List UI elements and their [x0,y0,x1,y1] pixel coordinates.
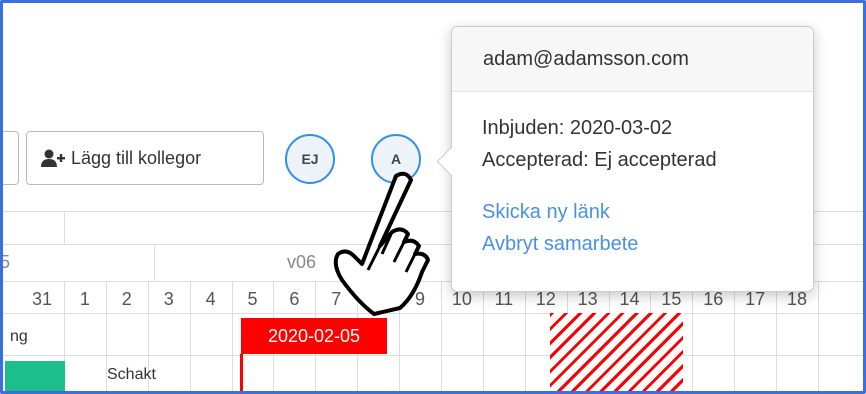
grid-line [0,355,866,356]
day-number: 1 [79,289,90,309]
day-number: 31 [31,289,53,309]
week-label-prev: 5 [0,252,11,272]
resend-link[interactable]: Skicka ny länk [482,196,813,228]
add-user-icon [41,148,65,168]
task-bar[interactable] [5,361,65,394]
day-number: 3 [163,289,174,309]
grid-line [818,281,819,394]
day-number: 2 [121,289,132,309]
today-date-tag: 2020-02-05 [241,318,387,354]
add-colleagues-label: Lägg till kollegor [71,147,202,168]
pointing-hand-cursor-icon [318,168,446,318]
day-number: 5 [247,289,258,309]
previous-button[interactable] [0,131,19,185]
row-label: ng [10,328,28,345]
cancel-collaboration-link[interactable]: Avbryt samarbete [482,228,813,260]
accepted-status: Accepterad: Ej accepterad [482,149,717,171]
grid-line [64,211,65,244]
week-label: v06 [287,252,317,272]
invited-date: Inbjuden: 2020-03-02 [482,117,673,139]
day-number: 4 [205,289,216,309]
today-marker [240,354,243,394]
add-colleagues-button[interactable]: Lägg till kollegor [26,131,264,185]
grid-line [154,244,155,281]
popover-email: adam@adamsson.com [452,27,813,92]
unavailable-period [550,313,683,394]
row-label: Schakt [107,366,156,383]
day-number: 6 [289,289,300,309]
collaborator-popover: adam@adamsson.com Inbjuden: 2020-03-02 A… [436,26,814,292]
